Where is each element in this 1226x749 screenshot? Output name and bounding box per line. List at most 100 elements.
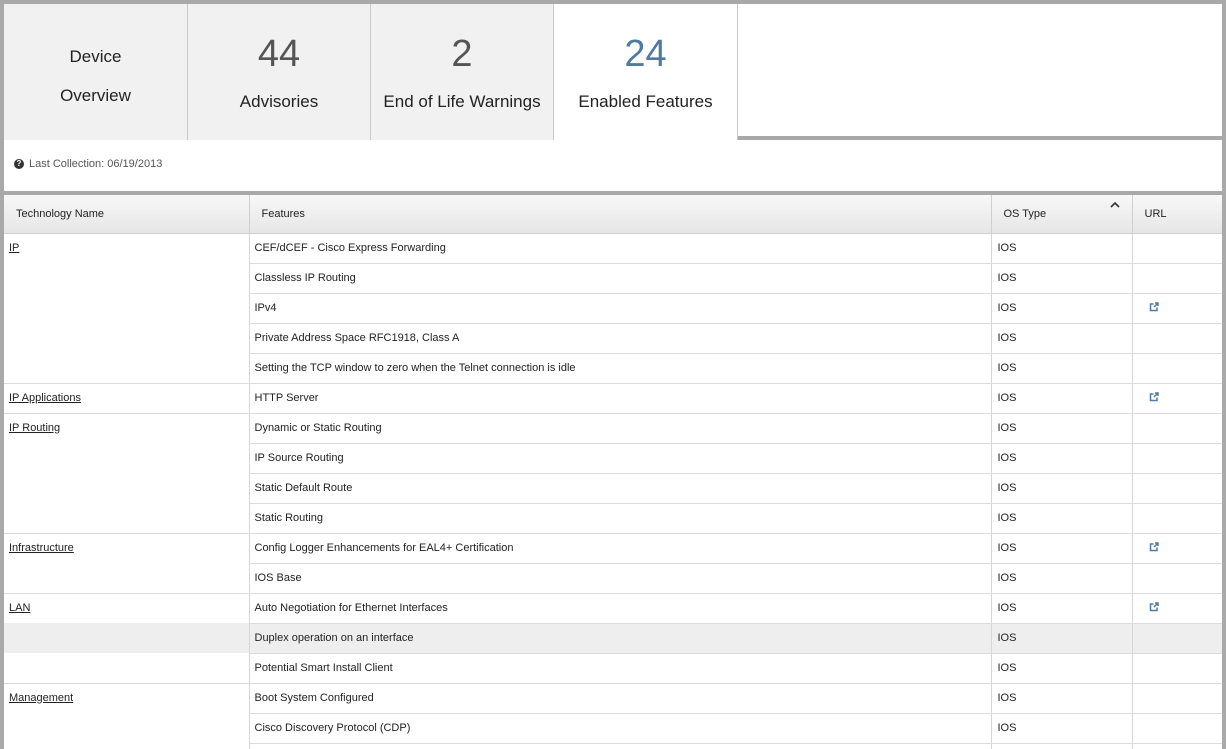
feature-cell: HTTP Server: [249, 383, 992, 414]
technology-link[interactable]: IP Applications: [9, 392, 81, 404]
window-frame: Device Overview 44 Advisories 2 End of L…: [0, 0, 1226, 749]
url-cell: [1132, 593, 1222, 624]
os-type-cell: IOS: [991, 593, 1133, 624]
technology-cell[interactable]: IP Applications: [4, 383, 250, 414]
tab-title-bottom: Overview: [60, 86, 131, 105]
url-cell: [1132, 743, 1222, 749]
advisories-label: Advisories: [239, 91, 319, 111]
os-type-cell: IOS: [991, 503, 1133, 534]
os-type-cell: IOS: [991, 713, 1133, 744]
technology-cell: [4, 473, 250, 503]
technology-cell[interactable]: Management: [4, 683, 250, 713]
tab-bar-filler: [738, 4, 1222, 136]
os-type-cell: IOS: [991, 323, 1133, 354]
header-os-type[interactable]: OS Type: [991, 195, 1133, 234]
os-type-cell: IOS: [991, 293, 1133, 324]
table-row: Private Address Space RFC1918, Class A IO…: [4, 323, 1222, 354]
table-row: Potential Smart Install Client IOS: [4, 653, 1222, 684]
technology-link[interactable]: IP: [9, 242, 19, 254]
os-type-cell: IOS: [991, 533, 1133, 564]
table-row: IP CEF/dCEF - Cisco Express Forwarding IOS: [4, 233, 1222, 264]
url-cell: [1132, 383, 1222, 414]
technology-cell: [4, 623, 250, 653]
url-cell: [1132, 473, 1222, 504]
technology-link[interactable]: IP Routing: [9, 422, 60, 434]
technology-cell: [4, 323, 250, 353]
technology-cell: [4, 353, 250, 384]
technology-link[interactable]: Management: [9, 692, 73, 704]
feature-cell: Potential Smart Install Client: [249, 653, 992, 684]
header-os-type-label: OS Type: [1003, 207, 1047, 220]
feature-cell: [249, 743, 992, 749]
tab-advisories[interactable]: 44 Advisories: [188, 4, 371, 140]
header-features[interactable]: Features: [249, 195, 992, 234]
feature-cell: Static Default Route: [249, 473, 992, 504]
table-row: Duplex operation on an interface IOS: [4, 623, 1222, 654]
feature-cell: Boot System Configured: [249, 683, 992, 714]
question-circle-icon[interactable]: ?: [14, 159, 24, 169]
external-link-icon[interactable]: [1149, 301, 1159, 312]
feature-cell: Classless IP Routing: [249, 263, 992, 294]
os-type-cell: IOS: [991, 473, 1133, 504]
url-cell: [1132, 563, 1222, 594]
technology-link[interactable]: Infrastructure: [9, 542, 74, 554]
technology-cell[interactable]: Infrastructure: [4, 533, 250, 563]
feature-cell: Duplex operation on an interface: [249, 623, 992, 654]
table-row: IP Routing Dynamic or Static Routing IOS: [4, 413, 1222, 444]
table-row: Classless IP Routing IOS: [4, 263, 1222, 294]
feature-cell: Setting the TCP window to zero when the …: [249, 353, 992, 384]
table-row: Cisco Discovery Protocol (CDP) IOS: [4, 713, 1222, 744]
technology-cell[interactable]: LAN: [4, 593, 250, 623]
os-type-cell: IOS: [991, 563, 1133, 594]
header-url[interactable]: URL: [1132, 195, 1222, 234]
url-cell: [1132, 353, 1222, 384]
os-type-cell: IOS: [991, 653, 1133, 684]
url-cell: [1132, 323, 1222, 354]
technology-cell: [4, 443, 250, 473]
tab-end-of-life[interactable]: 2 End of Life Warnings: [371, 4, 554, 140]
feature-cell: Cisco Discovery Protocol (CDP): [249, 713, 992, 744]
feature-cell: CEF/dCEF - Cisco Express Forwarding: [249, 233, 992, 264]
os-type-cell: IOS: [991, 383, 1133, 414]
feature-cell: IP Source Routing: [249, 443, 992, 474]
last-collection-text: Last Collection: 06/19/2013: [29, 158, 163, 170]
table-row: Static Default Route IOS: [4, 473, 1222, 504]
technology-cell: [4, 743, 250, 749]
tab-title-top: Device: [69, 47, 122, 66]
table-row: IOS Base IOS: [4, 563, 1222, 594]
feature-cell: IOS Base: [249, 563, 992, 594]
url-cell: [1132, 713, 1222, 744]
features-count: 24: [624, 32, 667, 75]
os-type-cell: IOS: [991, 683, 1133, 714]
table-row: Management Boot System Configured IOS: [4, 683, 1222, 714]
summary-tabs: Device Overview 44 Advisories 2 End of L…: [4, 4, 1222, 140]
url-cell: [1132, 293, 1222, 324]
external-link-icon[interactable]: [1149, 391, 1159, 402]
url-cell: [1132, 413, 1222, 444]
technology-cell[interactable]: IP: [4, 233, 250, 263]
technology-cell: [4, 563, 250, 594]
os-type-cell: IOS: [991, 623, 1133, 654]
header-technology-name[interactable]: Technology Name: [4, 195, 250, 234]
external-link-icon[interactable]: [1149, 541, 1159, 552]
feature-cell: Auto Negotiation for Ethernet Interfaces: [249, 593, 992, 624]
chevron-up-icon[interactable]: [1109, 201, 1120, 209]
table-row: [4, 743, 1222, 749]
tab-enabled-features[interactable]: 24 Enabled Features: [554, 4, 738, 140]
technology-cell: [4, 293, 250, 323]
technology-cell[interactable]: IP Routing: [4, 413, 250, 443]
eol-label: End of Life Warnings: [383, 91, 541, 111]
last-collection: ? Last Collection: 06/19/2013: [14, 158, 162, 170]
os-type-cell: IOS: [991, 233, 1133, 264]
technology-link[interactable]: LAN: [9, 602, 30, 614]
tab-device-overview[interactable]: Device Overview: [4, 4, 188, 140]
external-link-icon[interactable]: [1149, 601, 1159, 612]
info-bar: ? Last Collection: 06/19/2013: [4, 140, 1222, 195]
table-row: LAN Auto Negotiation for Ethernet Interfa…: [4, 593, 1222, 624]
feature-cell: IPv4: [249, 293, 992, 324]
url-cell: [1132, 443, 1222, 474]
os-type-cell: IOS: [991, 413, 1133, 444]
table-row: Setting the TCP window to zero when the …: [4, 353, 1222, 384]
technology-cell: [4, 713, 250, 743]
table-header-row: Technology Name Features OS Type URL: [4, 195, 1222, 234]
